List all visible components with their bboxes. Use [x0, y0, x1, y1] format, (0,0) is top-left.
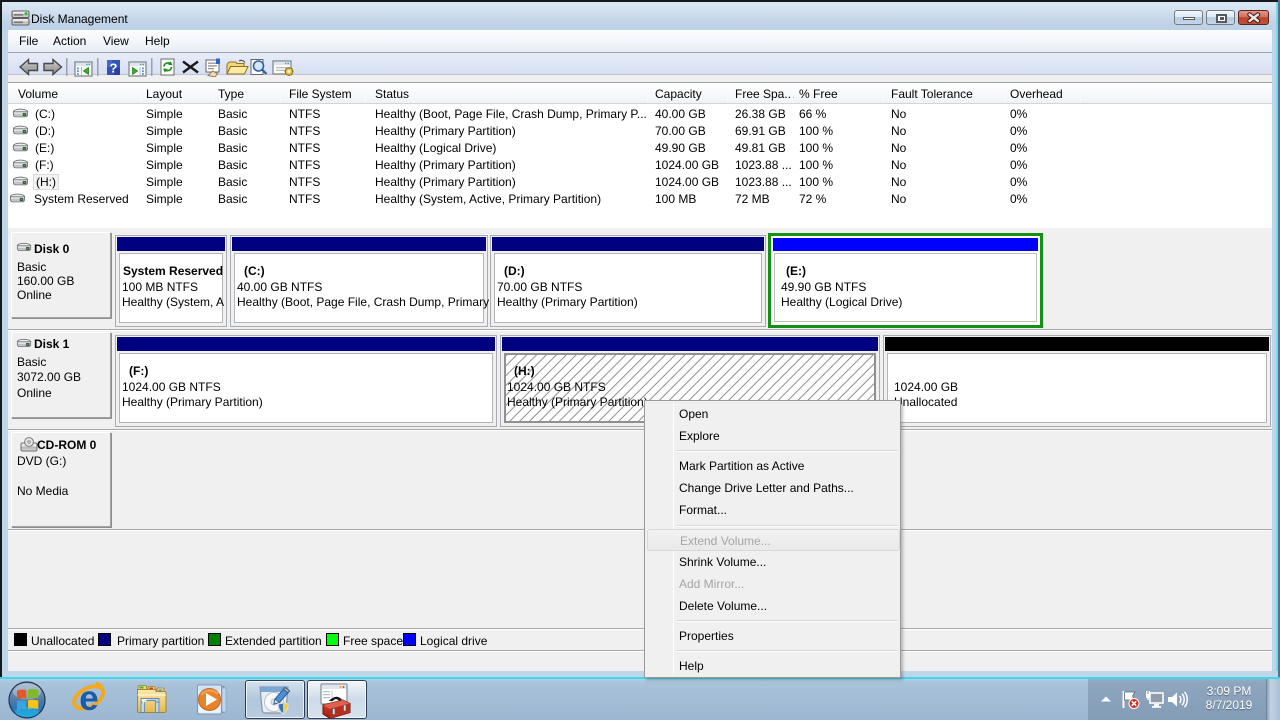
svg-text:?: ?: [110, 61, 118, 76]
